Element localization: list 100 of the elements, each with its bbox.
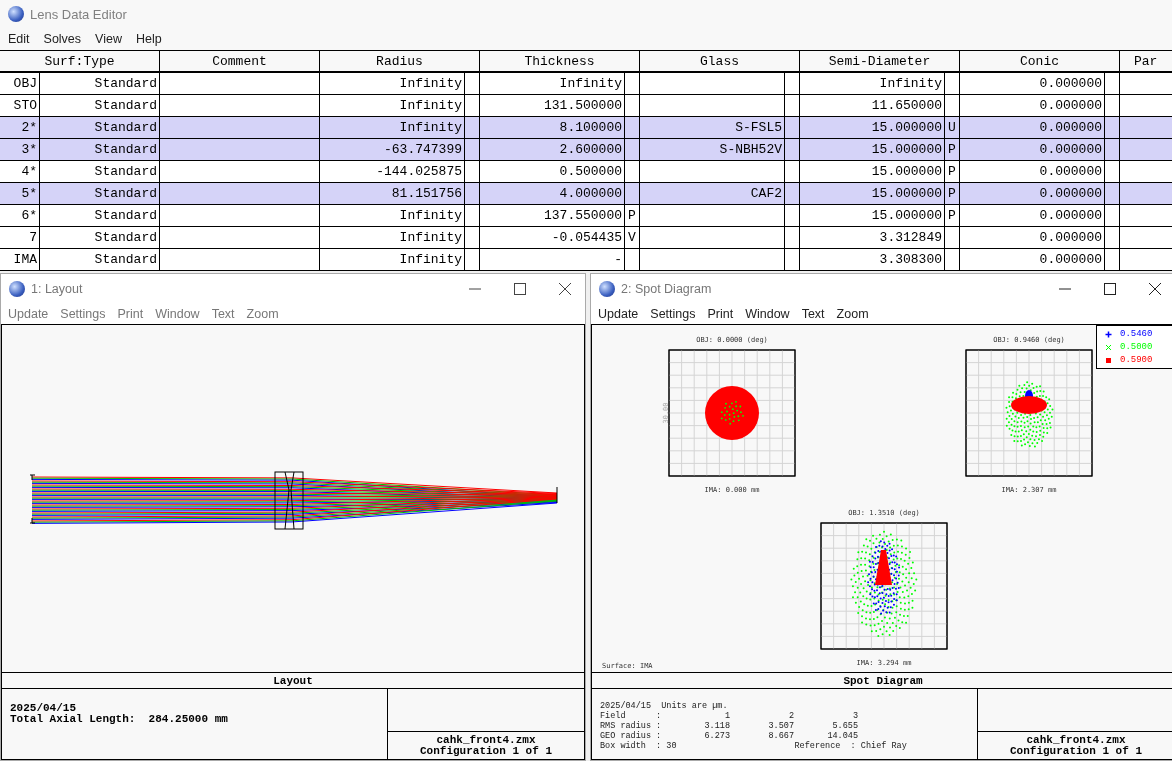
menu-item[interactable]: View: [95, 32, 122, 46]
solve-cell[interactable]: [625, 249, 640, 271]
table-cell[interactable]: 0.000000: [960, 117, 1105, 139]
solve-cell[interactable]: [1105, 73, 1120, 95]
table-cell[interactable]: [640, 95, 785, 117]
table-cell[interactable]: 0.000000: [960, 73, 1105, 95]
solve-cell[interactable]: P: [625, 205, 640, 227]
menu-item[interactable]: Settings: [60, 307, 106, 321]
table-cell[interactable]: 3.308300: [800, 249, 945, 271]
solve-cell[interactable]: [465, 161, 480, 183]
table-cell[interactable]: S-NBH52V: [640, 139, 785, 161]
table-cell[interactable]: 0.000000: [960, 249, 1105, 271]
table-cell[interactable]: 131.500000: [480, 95, 625, 117]
solve-cell[interactable]: [1105, 117, 1120, 139]
menu-item[interactable]: Help: [135, 32, 162, 46]
table-cell[interactable]: -63.747399: [320, 139, 465, 161]
surface-cell[interactable]: 6*: [0, 205, 40, 227]
menu-item[interactable]: Print: [117, 307, 144, 321]
table-cell[interactable]: CAF2: [640, 183, 785, 205]
table-cell[interactable]: [640, 161, 785, 183]
surface-cell[interactable]: 2*: [0, 117, 40, 139]
solve-cell[interactable]: [1105, 95, 1120, 117]
surface-cell[interactable]: 3*: [0, 139, 40, 161]
table-cell[interactable]: Standard: [40, 205, 160, 227]
table-cell[interactable]: [1120, 183, 1172, 205]
solve-cell[interactable]: [465, 249, 480, 271]
table-cell[interactable]: 0.000000: [960, 161, 1105, 183]
table-cell[interactable]: Standard: [40, 227, 160, 249]
solve-cell[interactable]: [1105, 183, 1120, 205]
solve-cell[interactable]: [465, 139, 480, 161]
table-cell[interactable]: 4.000000: [480, 183, 625, 205]
table-cell[interactable]: 81.151756: [320, 183, 465, 205]
table-cell[interactable]: 0.000000: [960, 139, 1105, 161]
table-cell[interactable]: Infinity: [480, 73, 625, 95]
table-cell[interactable]: 0.000000: [960, 95, 1105, 117]
table-cell[interactable]: [160, 205, 320, 227]
solve-cell[interactable]: [625, 73, 640, 95]
solve-cell[interactable]: V: [625, 227, 640, 249]
table-cell[interactable]: Infinity: [320, 73, 465, 95]
surface-cell[interactable]: 7: [0, 227, 40, 249]
solve-cell[interactable]: [785, 161, 800, 183]
menu-item[interactable]: Zoom: [836, 307, 869, 321]
table-cell[interactable]: Infinity: [320, 227, 465, 249]
table-cell[interactable]: 15.000000: [800, 205, 945, 227]
surface-cell[interactable]: 5*: [0, 183, 40, 205]
solve-cell[interactable]: [785, 95, 800, 117]
menu-item[interactable]: Edit: [8, 32, 30, 46]
table-cell[interactable]: Standard: [40, 161, 160, 183]
table-cell[interactable]: 137.550000: [480, 205, 625, 227]
solve-cell[interactable]: [785, 205, 800, 227]
solve-cell[interactable]: [1105, 227, 1120, 249]
table-cell[interactable]: Standard: [40, 117, 160, 139]
solve-cell[interactable]: [785, 73, 800, 95]
solve-cell[interactable]: [465, 117, 480, 139]
table-cell[interactable]: S-FSL5: [640, 117, 785, 139]
menu-item[interactable]: Solves: [43, 32, 82, 46]
solve-cell[interactable]: U: [945, 117, 960, 139]
solve-cell[interactable]: [945, 95, 960, 117]
solve-cell[interactable]: [465, 73, 480, 95]
surface-cell[interactable]: OBJ: [0, 73, 40, 95]
table-cell[interactable]: -0.054435: [480, 227, 625, 249]
table-cell[interactable]: 3.312849: [800, 227, 945, 249]
menu-item[interactable]: Print: [707, 307, 734, 321]
table-cell[interactable]: 15.000000: [800, 117, 945, 139]
menu-item[interactable]: Update: [8, 307, 49, 321]
solve-cell[interactable]: [625, 183, 640, 205]
solve-cell[interactable]: P: [945, 205, 960, 227]
menu-item[interactable]: Text: [801, 307, 825, 321]
close-icon[interactable]: [559, 283, 571, 295]
solve-cell[interactable]: [465, 95, 480, 117]
table-cell[interactable]: [160, 117, 320, 139]
solve-cell[interactable]: P: [945, 139, 960, 161]
table-cell[interactable]: [160, 161, 320, 183]
menu-item[interactable]: Zoom: [246, 307, 279, 321]
table-cell[interactable]: 15.000000: [800, 139, 945, 161]
table-cell[interactable]: 2.600000: [480, 139, 625, 161]
solve-cell[interactable]: [1105, 249, 1120, 271]
table-cell[interactable]: [160, 227, 320, 249]
solve-cell[interactable]: [785, 249, 800, 271]
table-cell[interactable]: 11.650000: [800, 95, 945, 117]
table-cell[interactable]: Infinity: [320, 249, 465, 271]
solve-cell[interactable]: P: [945, 161, 960, 183]
table-cell[interactable]: [640, 205, 785, 227]
table-cell[interactable]: [640, 249, 785, 271]
solve-cell[interactable]: [1105, 161, 1120, 183]
table-cell[interactable]: Infinity: [800, 73, 945, 95]
maximize-icon[interactable]: [514, 283, 526, 295]
table-cell[interactable]: Infinity: [320, 205, 465, 227]
solve-cell[interactable]: [465, 227, 480, 249]
table-cell[interactable]: 15.000000: [800, 183, 945, 205]
solve-cell[interactable]: [625, 161, 640, 183]
solve-cell[interactable]: [945, 249, 960, 271]
table-cell[interactable]: [160, 249, 320, 271]
table-cell[interactable]: [1120, 139, 1172, 161]
solve-cell[interactable]: [785, 183, 800, 205]
solve-cell[interactable]: [945, 73, 960, 95]
table-cell[interactable]: [640, 73, 785, 95]
menu-item[interactable]: Text: [211, 307, 235, 321]
solve-cell[interactable]: [945, 227, 960, 249]
table-cell[interactable]: [160, 73, 320, 95]
